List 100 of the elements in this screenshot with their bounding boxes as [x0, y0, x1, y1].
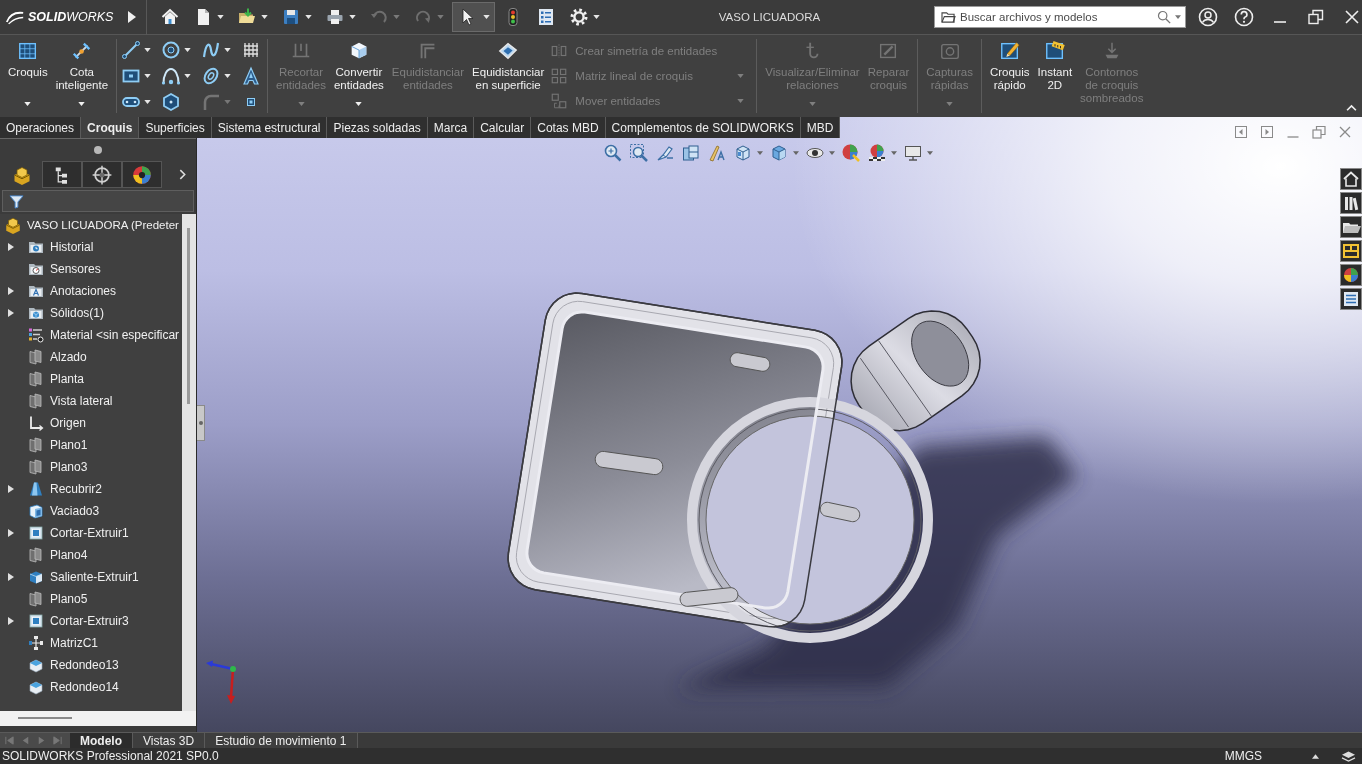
ribbon-button[interactable]: Equidistanciar en superficie: [468, 39, 549, 113]
caret-up-icon[interactable]: [1312, 753, 1319, 759]
ribbon-button[interactable]: Convertir entidades: [329, 39, 388, 113]
zoom-area-icon[interactable]: [629, 143, 649, 163]
tree-item[interactable]: Origen: [28, 415, 87, 431]
tree-item[interactable]: Anotaciones: [28, 283, 117, 299]
caret-icon[interactable]: [224, 74, 232, 78]
caret-icon[interactable]: [184, 48, 192, 52]
ribbon-button[interactable]: Croquis rápido: [985, 39, 1034, 113]
caret-icon[interactable]: [305, 15, 312, 19]
tree-item[interactable]: Plano1: [28, 437, 88, 453]
home-icon[interactable]: [1340, 168, 1362, 190]
model-tab[interactable]: Estudio de movimiento 1: [205, 733, 358, 748]
appearance-sphere-icon[interactable]: [841, 143, 861, 163]
command-tab[interactable]: Operaciones: [0, 117, 82, 138]
expand-arrow-icon[interactable]: [8, 309, 14, 317]
caret-icon[interactable]: [483, 15, 490, 19]
toolbar-button[interactable]: [452, 2, 495, 32]
zoom-in-icon[interactable]: [603, 143, 623, 163]
tree-item[interactable]: Historial: [28, 239, 94, 255]
caret-icon[interactable]: [78, 102, 86, 106]
next-window-icon[interactable]: [1259, 124, 1275, 140]
horizontal-scrollbar[interactable]: [0, 711, 196, 726]
caret-icon[interactable]: [891, 151, 897, 155]
restore-icon[interactable]: [1306, 7, 1326, 27]
grip-dot-icon[interactable]: [94, 146, 102, 154]
splitter-handle[interactable]: [197, 405, 205, 441]
caret-icon[interactable]: [1175, 15, 1181, 19]
tree-item[interactable]: VASO LICUADORA (Predeter: [4, 216, 179, 234]
folder-icon[interactable]: [1340, 216, 1362, 238]
expand-arrow-icon[interactable]: [8, 485, 14, 493]
ribbon-button[interactable]: Croquis: [4, 39, 52, 113]
caret-icon[interactable]: [224, 48, 232, 52]
ribbon-button[interactable]: Cota inteligente: [51, 39, 113, 113]
tree-item[interactable]: MatrizC1: [28, 635, 98, 651]
tree-item[interactable]: Plano5: [28, 591, 88, 607]
command-tab[interactable]: Complementos de SOLIDWORKS: [605, 117, 801, 138]
caret-icon[interactable]: [927, 151, 933, 155]
tree-item[interactable]: Plano4: [28, 547, 88, 563]
view-cube-icon[interactable]: [733, 143, 753, 163]
layers-icon[interactable]: [1341, 749, 1356, 763]
model-tab[interactable]: Vistas 3D: [133, 733, 206, 748]
tree-item[interactable]: Sólidos(1): [28, 305, 105, 321]
tree-item[interactable]: Vista lateral: [28, 393, 113, 409]
shaded-cube-icon[interactable]: [769, 143, 789, 163]
menu-arrow-icon[interactable]: [128, 11, 136, 23]
caret-icon[interactable]: [144, 74, 152, 78]
tree-item[interactable]: Planta: [28, 371, 85, 387]
command-tab[interactable]: Superficies: [139, 117, 212, 138]
caret-icon[interactable]: [144, 100, 152, 104]
layout-grid-icon[interactable]: [1340, 240, 1362, 262]
expand-arrow-icon[interactable]: [8, 617, 14, 625]
collapse-ribbon-icon[interactable]: [1346, 104, 1357, 111]
help-icon[interactable]: [1234, 7, 1254, 27]
tree-item[interactable]: Sensores: [28, 261, 101, 277]
monitor-icon[interactable]: [903, 143, 923, 163]
command-tab[interactable]: Croquis: [81, 117, 140, 138]
caret-icon[interactable]: [261, 15, 268, 19]
tree-item[interactable]: Plano3: [28, 459, 88, 475]
caret-icon[interactable]: [24, 102, 32, 106]
command-tab[interactable]: Calcular: [474, 117, 532, 138]
tree-item[interactable]: Redondeo14: [28, 679, 119, 695]
panel-tab[interactable]: [82, 161, 122, 188]
expand-arrow-icon[interactable]: [8, 573, 14, 581]
caret-icon[interactable]: [217, 15, 224, 19]
command-tab[interactable]: MBD: [800, 117, 841, 138]
panel-tab[interactable]: [42, 161, 82, 188]
ribbon-button[interactable]: Instant 2D: [1033, 39, 1077, 113]
stacked-panels-icon[interactable]: [681, 143, 701, 163]
tree-item[interactable]: Saliente-Extruir1: [28, 569, 139, 585]
filter-funnel-icon[interactable]: [9, 193, 24, 209]
caret-icon[interactable]: [355, 102, 363, 106]
part-model[interactable]: [507, 292, 981, 643]
expand-arrow-icon[interactable]: [8, 243, 14, 251]
vertical-scrollbar[interactable]: [182, 214, 196, 711]
command-tab[interactable]: Sistema estructural: [211, 117, 328, 138]
caret-icon[interactable]: [184, 74, 192, 78]
caret-icon[interactable]: [349, 15, 356, 19]
command-tab[interactable]: Cotas MBD: [531, 117, 606, 138]
expand-arrow-icon[interactable]: [8, 287, 14, 295]
caret-icon[interactable]: [593, 15, 600, 19]
command-tab[interactable]: Piezas soldadas: [327, 117, 428, 138]
units-label[interactable]: MMGS: [1224, 749, 1262, 763]
books-icon[interactable]: [1340, 192, 1362, 214]
expand-arrow-icon[interactable]: [8, 529, 14, 537]
previous-window-icon[interactable]: [1233, 124, 1249, 140]
command-tab[interactable]: Marca: [427, 117, 475, 138]
model-tab[interactable]: Modelo: [70, 733, 133, 748]
chevron-right-icon[interactable]: [179, 169, 186, 180]
search-field[interactable]: Buscar archivos y modelos: [934, 6, 1186, 28]
search-input[interactable]: Buscar archivos y modelos: [960, 8, 1153, 26]
tree-item[interactable]: Material <sin especificar: [28, 327, 180, 343]
tree-item[interactable]: Cortar-Extruir1: [28, 525, 129, 541]
panel-tab[interactable]: [122, 161, 162, 188]
list-icon[interactable]: [1340, 288, 1362, 310]
tree-item[interactable]: Vaciado3: [28, 503, 100, 519]
scene-sphere-icon[interactable]: [867, 143, 887, 163]
user-account-icon[interactable]: [1198, 7, 1218, 27]
tree-item[interactable]: Alzado: [28, 349, 87, 365]
caret-icon[interactable]: [144, 48, 152, 52]
